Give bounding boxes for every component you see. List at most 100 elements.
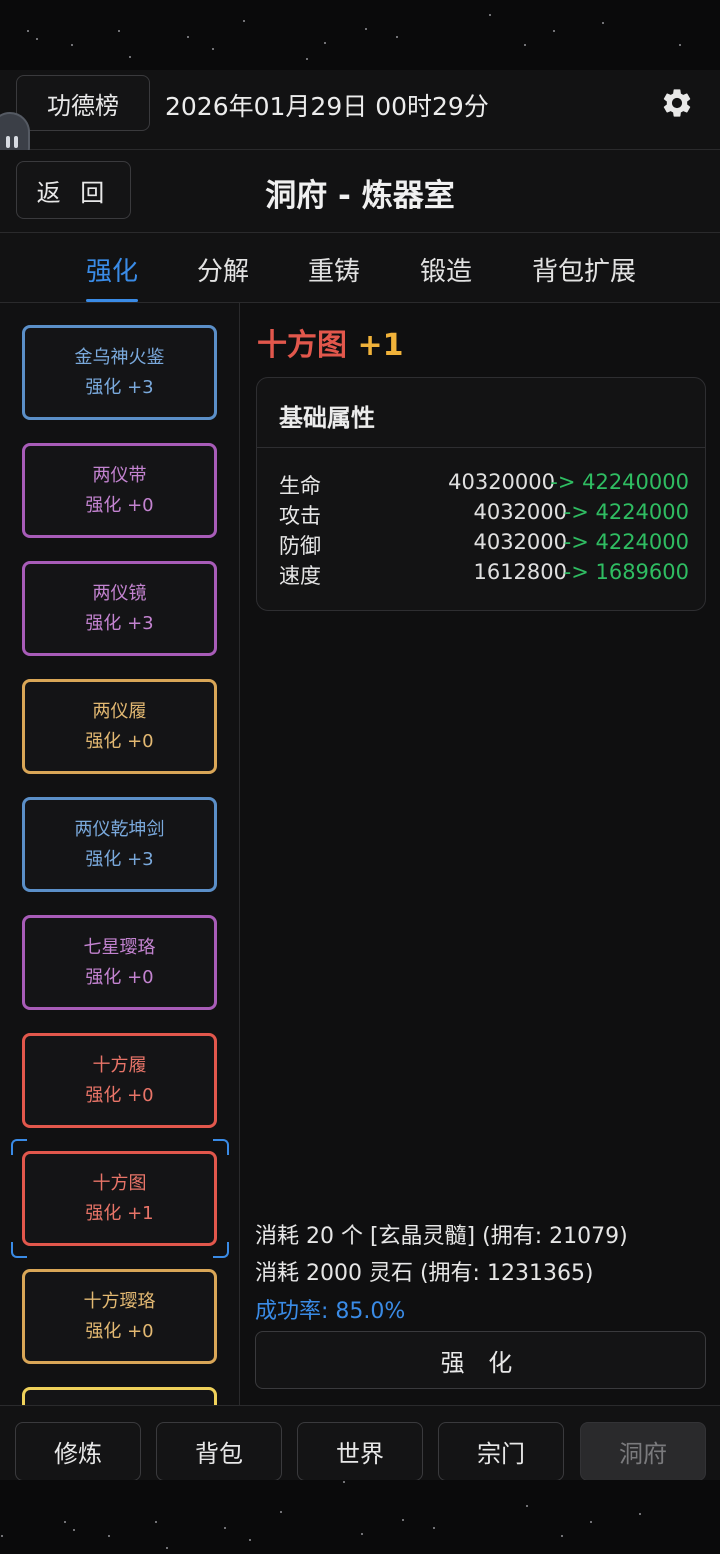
- attribute-next: -> 4224000: [563, 530, 689, 554]
- tab-decompose[interactable]: 分解: [197, 251, 249, 288]
- nav-bag[interactable]: 背包: [156, 1422, 282, 1481]
- nav-sect[interactable]: 宗门: [438, 1422, 564, 1481]
- attribute-name: 速度: [279, 564, 321, 588]
- strengthen-button[interactable]: 强 化: [255, 1331, 706, 1389]
- tab-bar: 强化 分解 重铸 锻造 背包扩展: [0, 233, 720, 303]
- attribute-name: 攻击: [279, 504, 321, 528]
- equipment-card-level: 强化 +1: [85, 1202, 154, 1224]
- star: [561, 1535, 563, 1537]
- equipment-card[interactable]: 七星璎珞 强化 +0: [22, 915, 217, 1010]
- nav-world[interactable]: 世界: [297, 1422, 423, 1481]
- star: [365, 28, 367, 30]
- success-rate: 成功率: 85.0%: [255, 1299, 406, 1324]
- equipment-card-name: 金乌神火鉴: [74, 346, 165, 368]
- star: [324, 42, 326, 44]
- star: [187, 36, 189, 38]
- star: [129, 56, 131, 58]
- star: [64, 1521, 66, 1523]
- equipment-card[interactable]: 两仪带强化 +0: [22, 443, 217, 538]
- star: [343, 1481, 345, 1483]
- equipment-card[interactable]: [22, 1387, 217, 1405]
- star: [679, 44, 681, 46]
- page-title: 洞府 - 炼器室: [265, 178, 455, 214]
- equipment-card-level: 强化 +0: [85, 1084, 154, 1106]
- equipment-card[interactable]: 金乌神火鉴强化 +3: [22, 325, 217, 420]
- equipment-title: 十方图 +1: [257, 320, 403, 364]
- star: [402, 1519, 404, 1521]
- star: [396, 36, 398, 38]
- star: [155, 1521, 157, 1523]
- nav-cultivate[interactable]: 修炼: [15, 1422, 141, 1481]
- equipment-card-name: 十方璎珞: [83, 1290, 156, 1312]
- equipment-card[interactable]: 十方图强化 +1: [22, 1151, 217, 1246]
- equipment-card-name: 十方图: [92, 1172, 147, 1194]
- title-bar: 返 回 洞府 - 炼器室: [0, 150, 720, 233]
- equipment-card[interactable]: 两仪乾坤剑强化 +3: [22, 797, 217, 892]
- selection-corner: [213, 1139, 229, 1155]
- spirit-stone-cost: 消耗 2000 灵石 (拥有: 1231365): [255, 1261, 594, 1286]
- equipment-card-name: 两仪乾坤剑: [74, 818, 165, 840]
- selection-corner: [11, 1242, 27, 1258]
- equipment-card[interactable]: 十方璎珞强化 +0: [22, 1269, 217, 1364]
- attribute-current: 1612800: [473, 560, 567, 584]
- star: [590, 1521, 592, 1523]
- equipment-card-level: 强化 +0: [85, 730, 154, 752]
- attribute-current: 4032000: [473, 500, 567, 524]
- bottom-nav: 修炼 背包 世界 宗门 洞府: [0, 1405, 720, 1481]
- star: [602, 22, 604, 24]
- star: [526, 1505, 528, 1507]
- merit-rank-button[interactable]: 功德榜: [16, 75, 150, 131]
- base-attributes-panel: 基础属性 生命 40320000 -> 42240000 攻击 4032000 …: [256, 377, 706, 611]
- equipment-card-level: 强化 +3: [85, 848, 154, 870]
- equipment-card-name: 十方履: [92, 1054, 147, 1076]
- star: [27, 30, 29, 32]
- attribute-row: 速度 1612800 -> 1689600: [279, 558, 689, 588]
- equipment-card-name: 两仪带: [92, 464, 147, 486]
- datetime-display: 2026年01月29日 00时29分: [165, 92, 489, 121]
- equipment-card-level: 强化 +3: [85, 612, 154, 634]
- attribute-row: 生命 40320000 -> 42240000: [279, 468, 689, 498]
- attribute-row: 攻击 4032000 -> 4224000: [279, 498, 689, 528]
- equipment-card-level: 强化 +0: [85, 494, 154, 516]
- star: [306, 58, 308, 60]
- active-tab-indicator: [86, 299, 138, 302]
- equipment-card[interactable]: 两仪镜强化 +3: [22, 561, 217, 656]
- starfield-top: [0, 0, 720, 70]
- star: [71, 44, 73, 46]
- star: [433, 1527, 435, 1529]
- equipment-card-name: 两仪镜: [92, 582, 147, 604]
- gear-icon[interactable]: [660, 86, 694, 120]
- equipment-card[interactable]: 两仪履强化 +0: [22, 679, 217, 774]
- star: [553, 30, 555, 32]
- tab-recast[interactable]: 重铸: [308, 251, 360, 288]
- attribute-name: 防御: [279, 534, 321, 558]
- attribute-name: 生命: [279, 474, 321, 498]
- star: [249, 1539, 251, 1541]
- equipment-level: +1: [357, 328, 404, 363]
- equipment-card-level: 强化 +0: [85, 1320, 154, 1342]
- equipment-card-name: 两仪履: [92, 700, 147, 722]
- equipment-card-level: 强化 +0: [85, 966, 154, 988]
- equipment-detail: 十方图 +1 基础属性 生命 40320000 -> 42240000 攻击 4…: [240, 303, 720, 1405]
- starfield-bottom: [0, 1480, 720, 1554]
- tab-bag-expand[interactable]: 背包扩展: [532, 251, 636, 288]
- star: [243, 20, 245, 22]
- star: [118, 30, 120, 32]
- attribute-next: -> 1689600: [563, 560, 689, 584]
- star: [639, 1513, 641, 1515]
- star: [361, 1533, 363, 1535]
- equipment-card[interactable]: 十方履强化 +0: [22, 1033, 217, 1128]
- attribute-current: 40320000: [448, 470, 555, 494]
- star: [108, 1535, 110, 1537]
- tab-strengthen[interactable]: 强化: [86, 251, 138, 288]
- tab-forge[interactable]: 锻造: [420, 251, 472, 288]
- star: [73, 1529, 75, 1531]
- attribute-next: -> 42240000: [550, 470, 689, 494]
- star: [166, 1547, 168, 1549]
- material-cost: 消耗 20 个 [玄晶灵髓] (拥有: 21079): [255, 1224, 628, 1249]
- selection-corner: [213, 1242, 229, 1258]
- equipment-list[interactable]: 金乌神火鉴 强化 +3 两仪带 强化 +0 两仪镜 强化 +3 两仪履 强化 +0 两仪乾坤剑强…: [0, 303, 240, 1405]
- star: [489, 14, 491, 16]
- equipment-card-level: 强化 +3: [85, 376, 154, 398]
- nav-cave[interactable]: 洞府: [580, 1422, 706, 1481]
